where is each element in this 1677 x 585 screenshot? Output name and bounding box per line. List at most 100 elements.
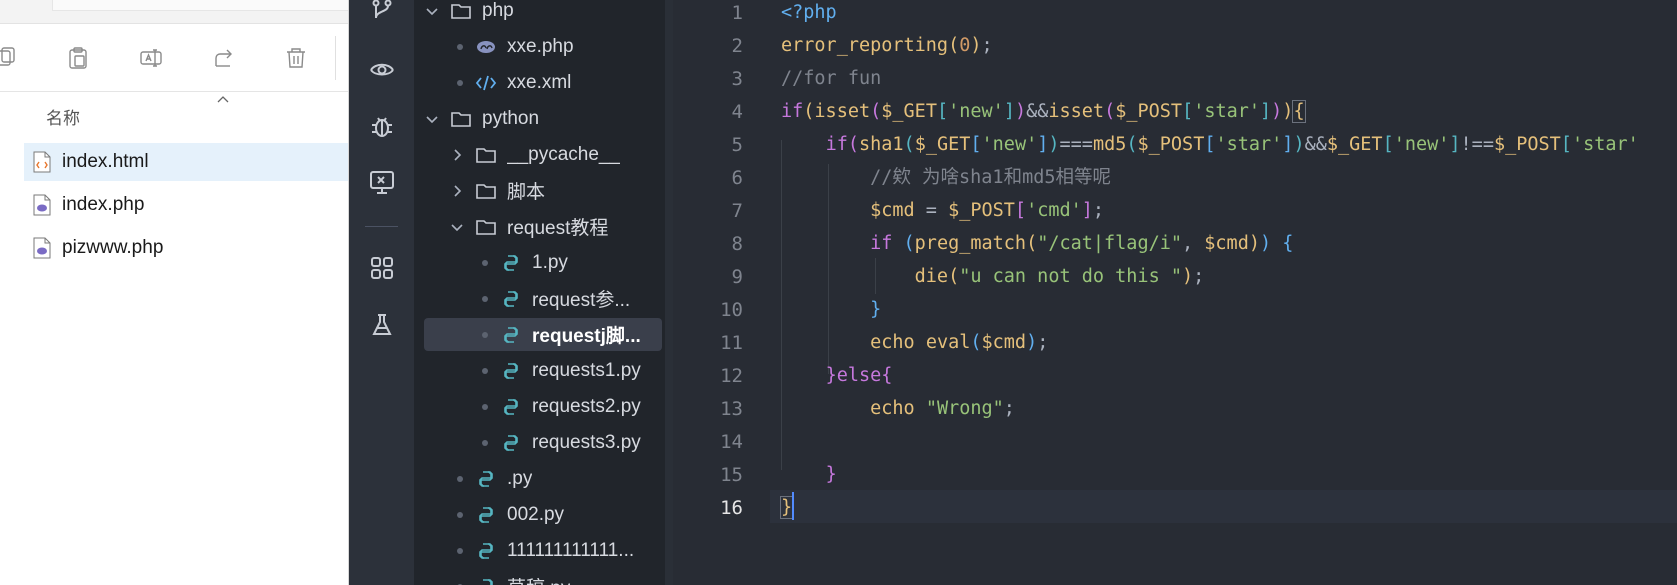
sort-ascending-icon[interactable] bbox=[216, 91, 230, 103]
tree-file-13[interactable]: .py bbox=[424, 462, 662, 495]
code-token: $_GET bbox=[881, 101, 937, 122]
toolbar-divider bbox=[335, 36, 336, 80]
activity-divider bbox=[365, 226, 398, 227]
watch-icon[interactable] bbox=[369, 56, 395, 82]
code-line[interactable]: //欸 为啥sha1和md5相等呢 bbox=[781, 161, 1111, 194]
extensions-icon[interactable] bbox=[369, 255, 395, 281]
delete-icon[interactable] bbox=[282, 44, 310, 72]
tree-bullet bbox=[482, 403, 488, 410]
tree-file-8[interactable]: request参... bbox=[424, 282, 662, 315]
testing-icon[interactable] bbox=[369, 312, 395, 338]
code-token: $cmd bbox=[870, 200, 915, 221]
code-line[interactable]: die("u can not do this "); bbox=[781, 260, 1205, 293]
code-token: ; bbox=[981, 35, 993, 56]
line-number: 13 bbox=[720, 398, 743, 420]
code-line[interactable]: $cmd = $_POST['cmd']; bbox=[781, 194, 1104, 227]
code-token: $_POST bbox=[1137, 134, 1205, 155]
chevron-down-icon[interactable] bbox=[424, 3, 440, 19]
code-line[interactable]: if (preg_match("/cat|flag/i", $cmd)) { bbox=[781, 227, 1293, 260]
paste-icon[interactable] bbox=[64, 44, 92, 72]
code-token: ( bbox=[1026, 233, 1038, 254]
code-line[interactable]: } bbox=[781, 458, 837, 491]
rename-icon[interactable] bbox=[137, 44, 165, 72]
code-token: ) bbox=[1026, 332, 1038, 353]
tree-file-16[interactable]: 草稿.py bbox=[424, 570, 662, 585]
tree-file-1[interactable]: xxe.php bbox=[424, 30, 662, 63]
explorer-toolbar bbox=[0, 24, 348, 92]
share-icon[interactable] bbox=[210, 44, 238, 72]
folder-icon bbox=[450, 1, 472, 21]
chevron-down-icon[interactable] bbox=[424, 111, 440, 127]
code-token: ) bbox=[970, 35, 982, 56]
tree-file-2[interactable]: xxe.xml bbox=[424, 66, 662, 99]
debug-icon[interactable] bbox=[369, 113, 395, 139]
code-line[interactable]: } bbox=[779, 491, 794, 524]
tree-item-label: 脚本 bbox=[507, 182, 546, 203]
code-token: <?php bbox=[781, 2, 837, 23]
code-token: { bbox=[1292, 100, 1306, 123]
chevron-right-icon[interactable] bbox=[449, 147, 465, 163]
tree-file-9[interactable]: requestj脚... bbox=[424, 318, 662, 351]
code-line[interactable]: if(sha1($_GET['new'])===md5($_POST['star… bbox=[781, 128, 1639, 161]
chevron-down-icon[interactable] bbox=[449, 219, 465, 235]
code-token: !== bbox=[1460, 134, 1494, 155]
code-token: $cmd bbox=[1204, 233, 1249, 254]
code-line[interactable]: }else{ bbox=[781, 359, 893, 392]
chevron-right-icon[interactable] bbox=[449, 183, 465, 199]
code-line[interactable]: <?php bbox=[781, 0, 837, 29]
tree-file-14[interactable]: 002.py bbox=[424, 498, 662, 531]
code-token: ( bbox=[970, 332, 982, 353]
tree-folder-5[interactable]: 脚本 bbox=[424, 174, 662, 207]
tree-folder-0[interactable]: php bbox=[424, 0, 662, 27]
tree-item-label: .py bbox=[507, 467, 533, 489]
code-token: [ bbox=[1560, 134, 1572, 155]
tree-folder-4[interactable]: __pycache__ bbox=[424, 138, 662, 171]
tree-bullet bbox=[482, 331, 488, 338]
code-line[interactable]: echo eval($cmd); bbox=[781, 326, 1048, 359]
code-token: && bbox=[1304, 134, 1327, 155]
file-row-index-php[interactable]: index.php bbox=[24, 186, 348, 224]
code-token: error_reporting bbox=[781, 35, 949, 56]
name-column-header[interactable]: 名称 bbox=[46, 104, 80, 129]
xml-file-icon bbox=[475, 73, 497, 93]
code-line[interactable]: if(isset($_GET['new'])&&isset($_POST['st… bbox=[781, 95, 1306, 128]
code-editor[interactable]: 1 2 3 4 5 6 7 8 9 10 11 12 13 14 15 16 <?php error_repor… bbox=[673, 0, 1677, 585]
code-line[interactable]: } bbox=[781, 293, 881, 326]
source-control-icon[interactable] bbox=[369, 0, 395, 26]
tree-file-11[interactable]: requests2.py bbox=[424, 390, 662, 423]
tree-folder-3[interactable]: python bbox=[424, 102, 662, 135]
tree-file-7[interactable]: 1.py bbox=[424, 246, 662, 279]
code-token: ) bbox=[1248, 233, 1260, 254]
code-token: { bbox=[881, 365, 893, 386]
tree-file-12[interactable]: requests3.py bbox=[424, 426, 662, 459]
code-token: ] bbox=[1282, 134, 1294, 155]
code-token: { bbox=[1282, 233, 1294, 254]
code-token: preg_match bbox=[914, 233, 1027, 254]
file-row-index-html[interactable]: index.html bbox=[24, 143, 348, 181]
tree-item-label: 111111111111... bbox=[507, 539, 635, 561]
tree-folder-6[interactable]: request教程 bbox=[424, 210, 662, 243]
code-token: ] bbox=[1081, 200, 1093, 221]
code-token: [ bbox=[1382, 134, 1394, 155]
code-line[interactable]: error_reporting(0); bbox=[781, 29, 993, 62]
copy-icon[interactable] bbox=[0, 44, 22, 72]
sidebar-scrollbar[interactable] bbox=[665, 0, 673, 585]
address-bar[interactable] bbox=[52, 0, 348, 11]
tree-bullet bbox=[482, 367, 488, 374]
remote-explorer-icon[interactable] bbox=[369, 169, 395, 195]
code-token: ( bbox=[1126, 134, 1138, 155]
code-line[interactable]: echo "Wrong"; bbox=[781, 392, 1015, 425]
code-token: ( bbox=[903, 134, 915, 155]
tree-file-10[interactable]: requests1.py bbox=[424, 354, 662, 387]
code-token: [ bbox=[1182, 101, 1194, 122]
code-token: 'new' bbox=[948, 101, 1004, 122]
file-row-pizwww-php[interactable]: pizwww.php bbox=[24, 229, 348, 267]
code-token: 0 bbox=[959, 35, 971, 56]
code-token: ] bbox=[1003, 101, 1015, 122]
tree-file-15[interactable]: 111111111111... bbox=[424, 534, 662, 567]
code-line[interactable]: //for fun bbox=[781, 62, 881, 95]
code-token: [ bbox=[936, 101, 949, 122]
tree-item-label: requestj脚... bbox=[532, 326, 641, 347]
code-token: ( bbox=[948, 266, 960, 287]
